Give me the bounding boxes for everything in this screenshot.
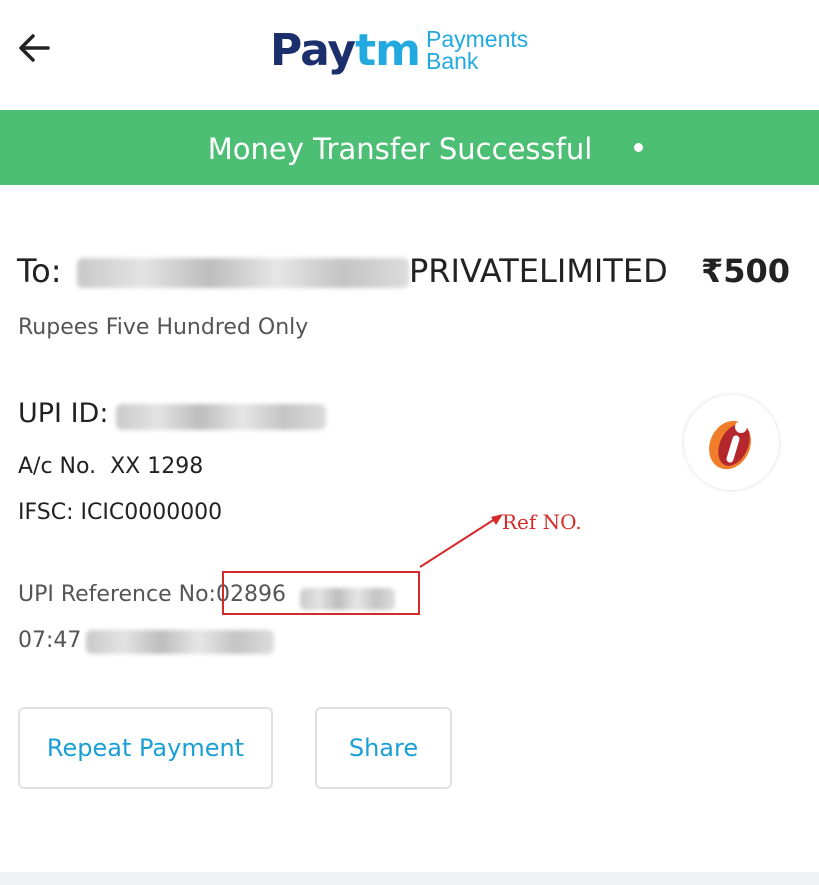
- upi-reference-label: UPI Reference No:: [18, 582, 216, 607]
- success-banner: Money Transfer Successful: [0, 110, 819, 185]
- paytm-payments-bank-logo: Paytm Payments Bank: [270, 25, 529, 76]
- redacted-recipient: [77, 258, 409, 288]
- icici-bank-icon: [684, 395, 779, 490]
- upi-id-row: UPI ID:: [18, 398, 108, 429]
- arrow-left-icon[interactable]: [14, 28, 54, 68]
- time-value: 07:47: [18, 628, 82, 653]
- amount-in-words: Rupees Five Hundred Only: [18, 315, 309, 340]
- upi-id-label: UPI ID:: [18, 398, 109, 429]
- amount: ₹500: [701, 252, 791, 290]
- to-label: To:: [17, 252, 62, 290]
- ifsc-value: ICIC0000000: [80, 500, 223, 525]
- redacted-upi-id: [116, 404, 326, 430]
- redacted-date: [86, 630, 274, 654]
- annotation-label: Ref NO.: [502, 510, 582, 534]
- account-row: A/c No. XX 1298: [18, 454, 203, 479]
- ifsc-label: IFSC:: [18, 500, 74, 525]
- status-text: Money Transfer Successful: [207, 132, 593, 166]
- time-row: 07:47: [18, 628, 81, 653]
- top-bar: Paytm Payments Bank: [0, 0, 819, 110]
- bottom-divider: [0, 872, 819, 885]
- reference-highlight-box: [222, 571, 420, 615]
- ifsc-row: IFSC: ICIC0000000: [18, 500, 222, 525]
- account-value: XX 1298: [110, 454, 204, 479]
- account-label: A/c No.: [18, 454, 97, 479]
- recipient-row: To: PRIVATELIMITED ₹500: [17, 252, 807, 296]
- share-button[interactable]: Share: [315, 707, 452, 789]
- dot-icon: [634, 143, 643, 152]
- recipient-name: PRIVATELIMITED: [409, 252, 668, 290]
- repeat-payment-button[interactable]: Repeat Payment: [18, 707, 273, 789]
- annotation-arrow-icon: [419, 514, 503, 568]
